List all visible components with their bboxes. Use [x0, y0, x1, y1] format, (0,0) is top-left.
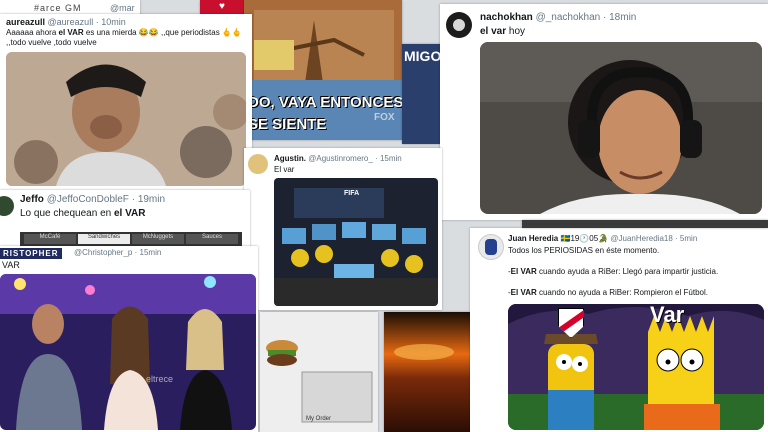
tweet-agustin-handle[interactable]: @Agustinromero_ — [308, 154, 373, 163]
menu-tab-mcnuggets: McNuggets — [132, 234, 184, 244]
tweet-agustin[interactable]: Agustin. @Agustinromero_ · 15min El var … — [244, 148, 442, 310]
fifa-screen-label: FIFA — [344, 190, 360, 197]
tweet-jeffo-handle[interactable]: @JeffoConDobleF — [47, 194, 129, 205]
tweet-aureazull-header: aureazull @aureazull · 10min — [6, 17, 126, 27]
var-room-image — [274, 178, 438, 306]
tweet-agustin-time[interactable]: 15min — [380, 154, 402, 163]
order-screen-card: My Order — [260, 312, 378, 432]
menu-tab-sauces: Sauces — [186, 234, 238, 244]
juan-heredia-avatar-figure — [485, 239, 497, 255]
red-sky-image — [384, 312, 470, 432]
nachokhan-avatar[interactable] — [446, 12, 472, 38]
migo-strip: MIGO — [402, 44, 444, 144]
ralph-bart-meme-image — [508, 304, 764, 430]
red-icon-tile: ♥ — [200, 0, 250, 14]
tweet-jeffo-name[interactable]: Jeffo — [20, 194, 44, 205]
tweet-nachokhan-text: el var hoy — [480, 26, 526, 37]
red-sky-image-card — [384, 312, 470, 432]
menu-tab-sandwiches: Sandwiches — [78, 234, 130, 244]
var-meme-label: Var — [650, 304, 685, 327]
migo-text: MIGO — [404, 48, 442, 64]
simpsons-caption-1: DO, VAYA ENTONCES — [248, 94, 402, 111]
laughing-man-image — [6, 52, 246, 186]
simpsons-meme-card: DO, VAYA ENTONCES SE SIENTE FOX — [244, 0, 402, 140]
tweet-aureazull-name[interactable]: aureazull — [6, 17, 45, 27]
maradona-headphones-image — [480, 42, 762, 214]
tweet-nachokhan-name[interactable]: nachokhan — [480, 12, 533, 23]
tweet-aureazull-photo[interactable] — [6, 52, 246, 186]
tweet-jeffo-text: Lo que chequean en el VAR — [20, 208, 146, 219]
tweet-christopher-handle[interactable]: @Christopher_p — [74, 248, 132, 257]
tweet-juan-heredia-badge: 🇸🇪19🕐05🐊 — [560, 234, 609, 243]
tweet-aureazull[interactable]: aureazull @aureazull · 10min Aaaaaa ahor… — [0, 14, 252, 192]
tweet-aureazull-time[interactable]: 10min — [101, 17, 126, 27]
tweet-jeffo-header: Jeffo @JeffoConDobleF · 19min — [20, 194, 166, 205]
juan-heredia-avatar[interactable] — [478, 234, 504, 260]
tweet-aureazull-handle[interactable]: @aureazull — [48, 17, 94, 27]
tweet-juan-heredia-line3: -El VAR cuando no ayuda a RiBer: Rompier… — [508, 288, 708, 297]
tweet-nachokhan-time[interactable]: 18min — [609, 12, 636, 23]
burger-order-image — [260, 312, 378, 432]
tweet-agustin-photo[interactable]: FIFA — [274, 178, 438, 306]
heart-icon: ♥ — [219, 1, 225, 12]
tweet-nachokhan[interactable]: nachokhan @_nachokhan · 18min el var hoy — [440, 4, 768, 220]
top-strip-text: #arce GM — [34, 3, 82, 13]
tweet-agustin-header: Agustin. @Agustinromero_ · 15min — [274, 154, 402, 163]
tweet-christopher-header: @Christopher_p · 15min — [74, 248, 162, 257]
tweet-aureazull-text: Aaaaaa ahora el VAR es una mierda 😂😂 ,,q… — [6, 28, 242, 47]
tweet-juan-heredia-handle[interactable]: @JuanHeredia18 — [610, 234, 672, 243]
tweet-juan-heredia-name[interactable]: Juan Heredia — [508, 234, 558, 243]
eltrece-watermark: eltrece — [146, 374, 174, 384]
simpsons-caption-2: SE SIENTE — [248, 116, 327, 133]
my-order-label: My Order — [306, 416, 332, 422]
tweet-jeffo[interactable]: Jeffo @JeffoConDobleF · 19min Lo que che… — [0, 190, 250, 250]
tweet-juan-heredia-line2: -El VAR cuando ayuda a RiBer: Llegó para… — [508, 267, 719, 276]
tweet-christopher[interactable]: RISTOPHER @Christopher_p · 15min VAR elt… — [0, 246, 258, 432]
top-strip-handle: @mar — [110, 3, 135, 13]
nachokhan-avatar-face — [453, 19, 465, 31]
tweet-nachokhan-handle[interactable]: @_nachokhan — [536, 12, 601, 23]
tweet-christopher-text: VAR — [2, 260, 20, 270]
tweet-juan-heredia-line1: Todos los PERIOSIDAS en éste momento. — [508, 246, 660, 255]
tweet-christopher-photo[interactable]: eltrece — [0, 274, 256, 430]
tweet-agustin-text: El var — [274, 165, 295, 174]
tweet-juan-heredia-time[interactable]: 5min — [680, 234, 697, 243]
tweet-nachokhan-header: nachokhan @_nachokhan · 18min — [480, 12, 637, 23]
tweet-jeffo-time[interactable]: 19min — [138, 194, 165, 205]
menu-tab-mccafe: McCafé — [24, 234, 76, 244]
tweet-agustin-name[interactable]: Agustin. — [274, 154, 306, 163]
fox-logo: FOX — [374, 112, 395, 123]
mcdonalds-menu-bar: McCafé Sandwiches McNuggets Sauces — [20, 232, 242, 246]
tweet-nachokhan-photo[interactable] — [480, 42, 762, 214]
tweet-christopher-time[interactable]: 15min — [140, 248, 162, 257]
agustin-avatar[interactable] — [248, 154, 268, 174]
tweet-juan-heredia[interactable]: Juan Heredia 🇸🇪19🕐05🐊 @JuanHeredia18 · 5… — [470, 228, 768, 432]
tweet-juan-heredia-header: Juan Heredia 🇸🇪19🕐05🐊 @JuanHeredia18 · 5… — [508, 234, 698, 243]
tweet-juan-heredia-photo[interactable]: Var — [508, 304, 764, 430]
christopher-name-banner[interactable]: RISTOPHER — [0, 248, 62, 259]
partial-strip-right — [522, 220, 768, 228]
tv-hosts-image — [0, 274, 256, 430]
jeffo-avatar[interactable] — [0, 196, 14, 216]
